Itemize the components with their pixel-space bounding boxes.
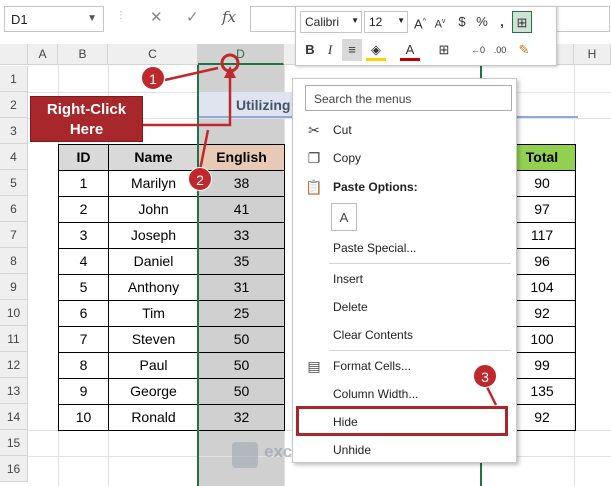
step-badge-3: 3 <box>473 364 497 388</box>
arrow-step2 <box>198 129 210 171</box>
annotation-arrows <box>143 53 498 406</box>
step-badge-1: 1 <box>141 66 165 90</box>
step-badge-2: 2 <box>188 167 212 191</box>
right-click-callout: Right-Click Here <box>30 96 143 142</box>
arrow-step3 <box>484 384 498 406</box>
arrow-step1 <box>164 66 219 82</box>
arrowhead <box>224 66 236 78</box>
